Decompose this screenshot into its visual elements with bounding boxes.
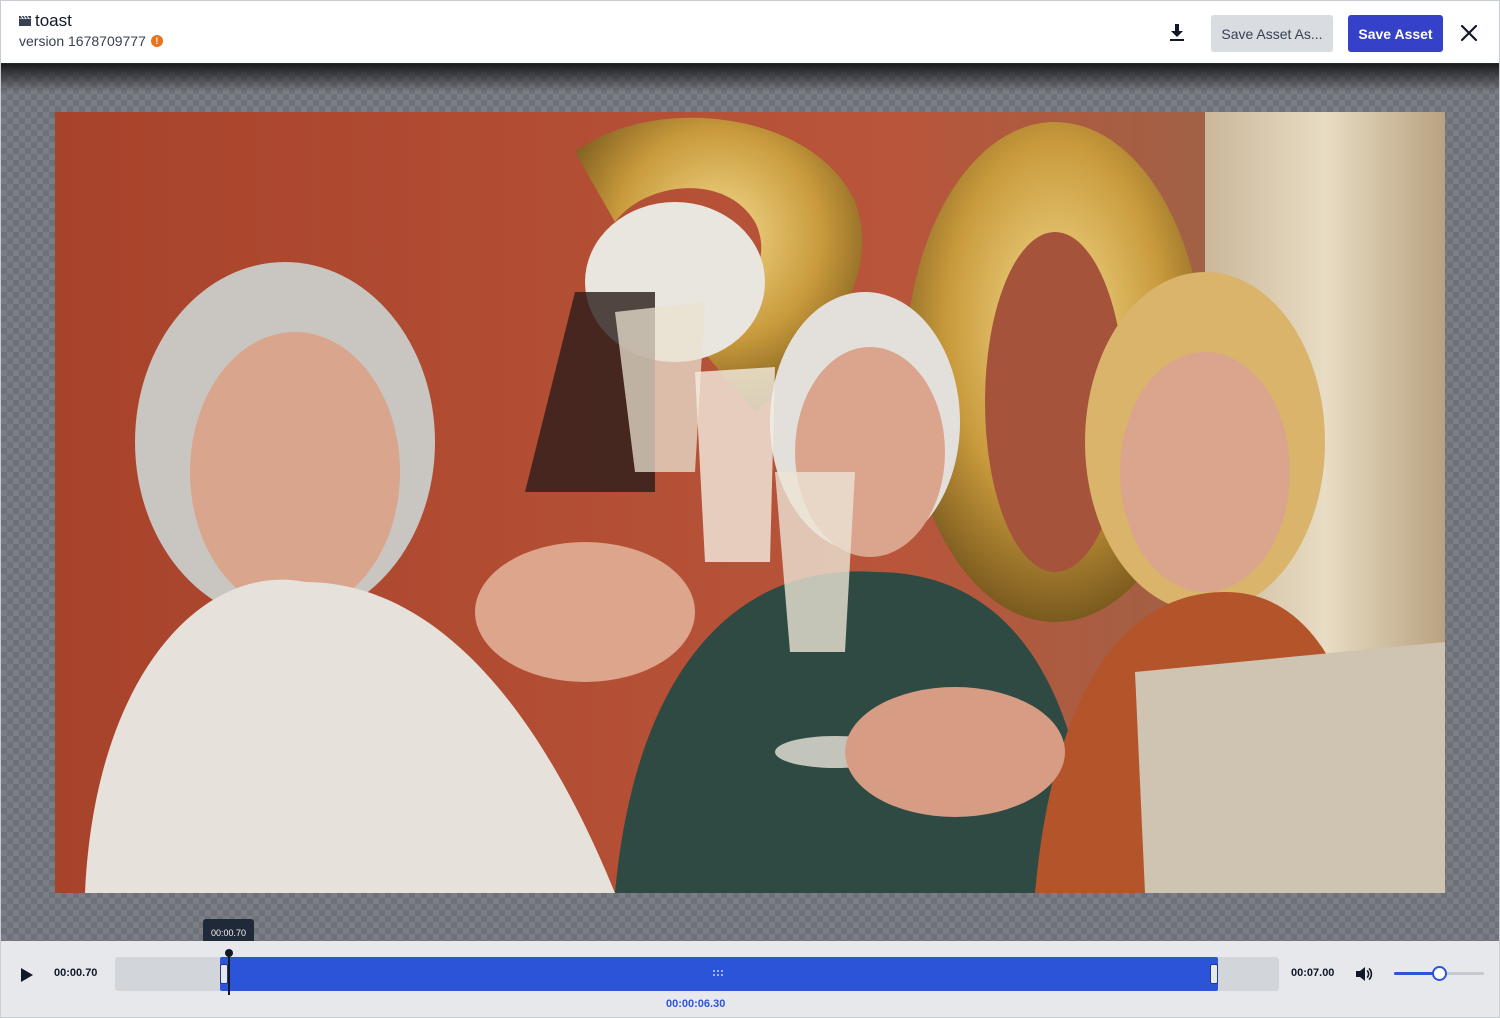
video-clapper-icon <box>19 16 31 26</box>
end-time-label: 00:07.00 <box>1291 967 1335 979</box>
player-controls: 00:00.70 00:00:06.30 00:07.00 <box>1 941 1499 1017</box>
playhead[interactable] <box>228 951 230 995</box>
stage-shadow <box>1 64 1499 92</box>
trim-end-handle[interactable] <box>1210 964 1218 984</box>
asset-editor-window: toast version 1678709777 ! Save Asset As… <box>0 0 1500 1018</box>
playhead-knob[interactable] <box>225 949 233 957</box>
speaker-icon <box>1356 967 1373 981</box>
preview-stage <box>1 64 1499 941</box>
save-asset-button[interactable]: Save Asset <box>1348 15 1443 52</box>
download-button[interactable] <box>1163 19 1191 47</box>
asset-title: toast <box>35 11 72 30</box>
asset-title-row: toast <box>19 11 72 31</box>
current-time-label: 00:00.70 <box>54 967 98 979</box>
play-button[interactable] <box>15 963 39 987</box>
video-preview[interactable] <box>55 112 1445 893</box>
trim-start-handle[interactable] <box>220 964 228 984</box>
drag-grip-icon <box>713 970 723 976</box>
version-row: version 1678709777 ! <box>19 33 163 49</box>
close-icon <box>1461 25 1477 41</box>
version-label: version 1678709777 <box>19 33 146 49</box>
video-frame-image <box>55 112 1445 893</box>
volume-knob[interactable] <box>1432 966 1447 981</box>
editor-header: toast version 1678709777 ! Save Asset As… <box>1 1 1499 64</box>
play-icon <box>21 968 33 982</box>
volume-slider[interactable] <box>1394 966 1484 981</box>
selection-duration-label: 00:00:06.30 <box>666 998 726 1010</box>
download-icon <box>1170 24 1184 41</box>
save-asset-as-button[interactable]: Save Asset As... <box>1211 15 1333 52</box>
warning-icon[interactable]: ! <box>150 35 163 47</box>
close-button[interactable] <box>1457 21 1481 45</box>
volume-button[interactable] <box>1353 963 1375 985</box>
